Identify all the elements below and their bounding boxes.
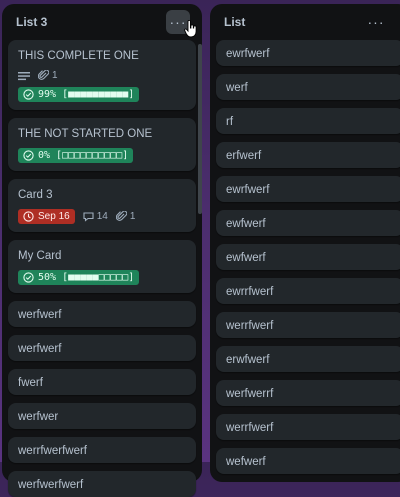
card[interactable]: werrfwerf — [216, 414, 400, 440]
card-title: werfwer — [18, 411, 59, 423]
card-title: werrfwerfwerf — [18, 445, 88, 457]
attachment-count: 1 — [52, 70, 58, 81]
card-title: werf — [226, 82, 248, 94]
list-column: List ··· ewrfwerf werf rf erfwerf ewrfwe… — [210, 4, 400, 482]
check-circle-icon — [23, 89, 34, 100]
card-title: Card 3 — [18, 189, 53, 201]
card[interactable]: werrfwerf — [216, 312, 400, 338]
scrollbar[interactable] — [198, 44, 202, 214]
attachment-count: 1 — [129, 211, 136, 222]
card[interactable]: werfwerf — [8, 335, 196, 361]
card-title: THE NOT STARTED ONE — [18, 128, 153, 140]
checklist-progress: 99% [■■■■■■■■■■] — [38, 89, 135, 100]
due-date: Sep 16 — [38, 211, 70, 222]
clock-icon — [23, 211, 34, 222]
card-title: rf — [226, 116, 234, 128]
comment-icon — [83, 211, 94, 222]
card-title: erwfwerf — [226, 354, 270, 366]
comments-badge: 14 — [83, 211, 108, 222]
attachment-badge: 1 — [115, 211, 136, 222]
card[interactable]: My Card 50% [■■■■■□□□□□] — [8, 240, 196, 293]
card[interactable]: wefwerf — [216, 448, 400, 474]
card-list: THIS COMPLETE ONE 1 99% [■■■■■■■■■■] THE… — [2, 40, 202, 497]
comment-count: 14 — [96, 211, 108, 222]
card[interactable]: ewfwerf — [216, 210, 400, 236]
card[interactable]: fwerf — [8, 369, 196, 395]
card-title: fwerf — [18, 377, 43, 389]
check-circle-icon — [23, 150, 34, 161]
list-column: List 3 ··· THIS COMPLETE ONE 1 99% [■■■■… — [2, 4, 202, 497]
card[interactable]: THIS COMPLETE ONE 1 99% [■■■■■■■■■■] — [8, 40, 196, 110]
card-title: werrfwerf — [226, 320, 274, 332]
card-title: My Card — [18, 250, 62, 262]
card-badges: 1 — [18, 70, 186, 81]
checklist-badge: 50% [■■■■■□□□□□] — [18, 270, 140, 285]
card-title: THIS COMPLETE ONE — [18, 50, 139, 62]
card-title: werfwerfwerf — [18, 479, 84, 491]
due-date-badge[interactable]: Sep 16 — [18, 209, 75, 224]
card[interactable]: rf — [216, 108, 400, 134]
card-title: ewrrfwerf — [226, 286, 274, 298]
card-title: wefwerf — [226, 456, 266, 468]
attachment-badge: 1 — [38, 70, 58, 81]
card-title: werrfwerf — [226, 422, 274, 434]
card[interactable]: ewrfwerf — [216, 40, 400, 66]
card-title: ewfwerf — [226, 252, 266, 264]
list-menu-button[interactable]: ··· — [364, 10, 388, 34]
card[interactable]: erwfwerf — [216, 346, 400, 372]
list-title[interactable]: List 3 — [16, 15, 47, 29]
list-title[interactable]: List — [224, 15, 245, 29]
description-icon — [18, 71, 30, 81]
checklist-progress: 0% [□□□□□□□□□□] — [38, 150, 129, 161]
card[interactable]: werfwerrf — [216, 380, 400, 406]
checklist-badge: 99% [■■■■■■■■■■] — [18, 87, 140, 102]
card[interactable]: ewrrfwerf — [216, 278, 400, 304]
card-title: ewfwerf — [226, 218, 266, 230]
card[interactable]: Card 3 Sep 16 14 1 — [8, 179, 196, 232]
card[interactable]: THE NOT STARTED ONE 0% [□□□□□□□□□□] — [8, 118, 196, 171]
hand-cursor-icon — [184, 20, 197, 38]
card-title: erfwerf — [226, 150, 262, 162]
paperclip-icon — [38, 70, 49, 81]
paperclip-icon — [115, 211, 127, 222]
card[interactable]: ewrfwerf — [216, 176, 400, 202]
card-list: ewrfwerf werf rf erfwerf ewrfwerf ewfwer… — [210, 40, 400, 474]
checklist-progress: 50% [■■■■■□□□□□] — [38, 272, 135, 283]
card-title: werfwerrf — [226, 388, 274, 400]
list-header: List ··· — [210, 4, 400, 40]
card[interactable]: werrfwerfwerf — [8, 437, 196, 463]
card-title: werfwerf — [18, 343, 62, 355]
card[interactable]: werfwer — [8, 403, 196, 429]
list-header: List 3 ··· — [2, 4, 202, 40]
card-title: ewrfwerf — [226, 48, 270, 60]
card-title: werfwerf — [18, 309, 62, 321]
card[interactable]: werf — [216, 74, 400, 100]
card[interactable]: werfwerf — [8, 301, 196, 327]
card[interactable]: werfwerfwerf — [8, 471, 196, 497]
card[interactable]: erfwerf — [216, 142, 400, 168]
card[interactable]: ewfwerf — [216, 244, 400, 270]
card-title: ewrfwerf — [226, 184, 270, 196]
check-circle-icon — [23, 272, 34, 283]
checklist-badge: 0% [□□□□□□□□□□] — [18, 148, 134, 163]
